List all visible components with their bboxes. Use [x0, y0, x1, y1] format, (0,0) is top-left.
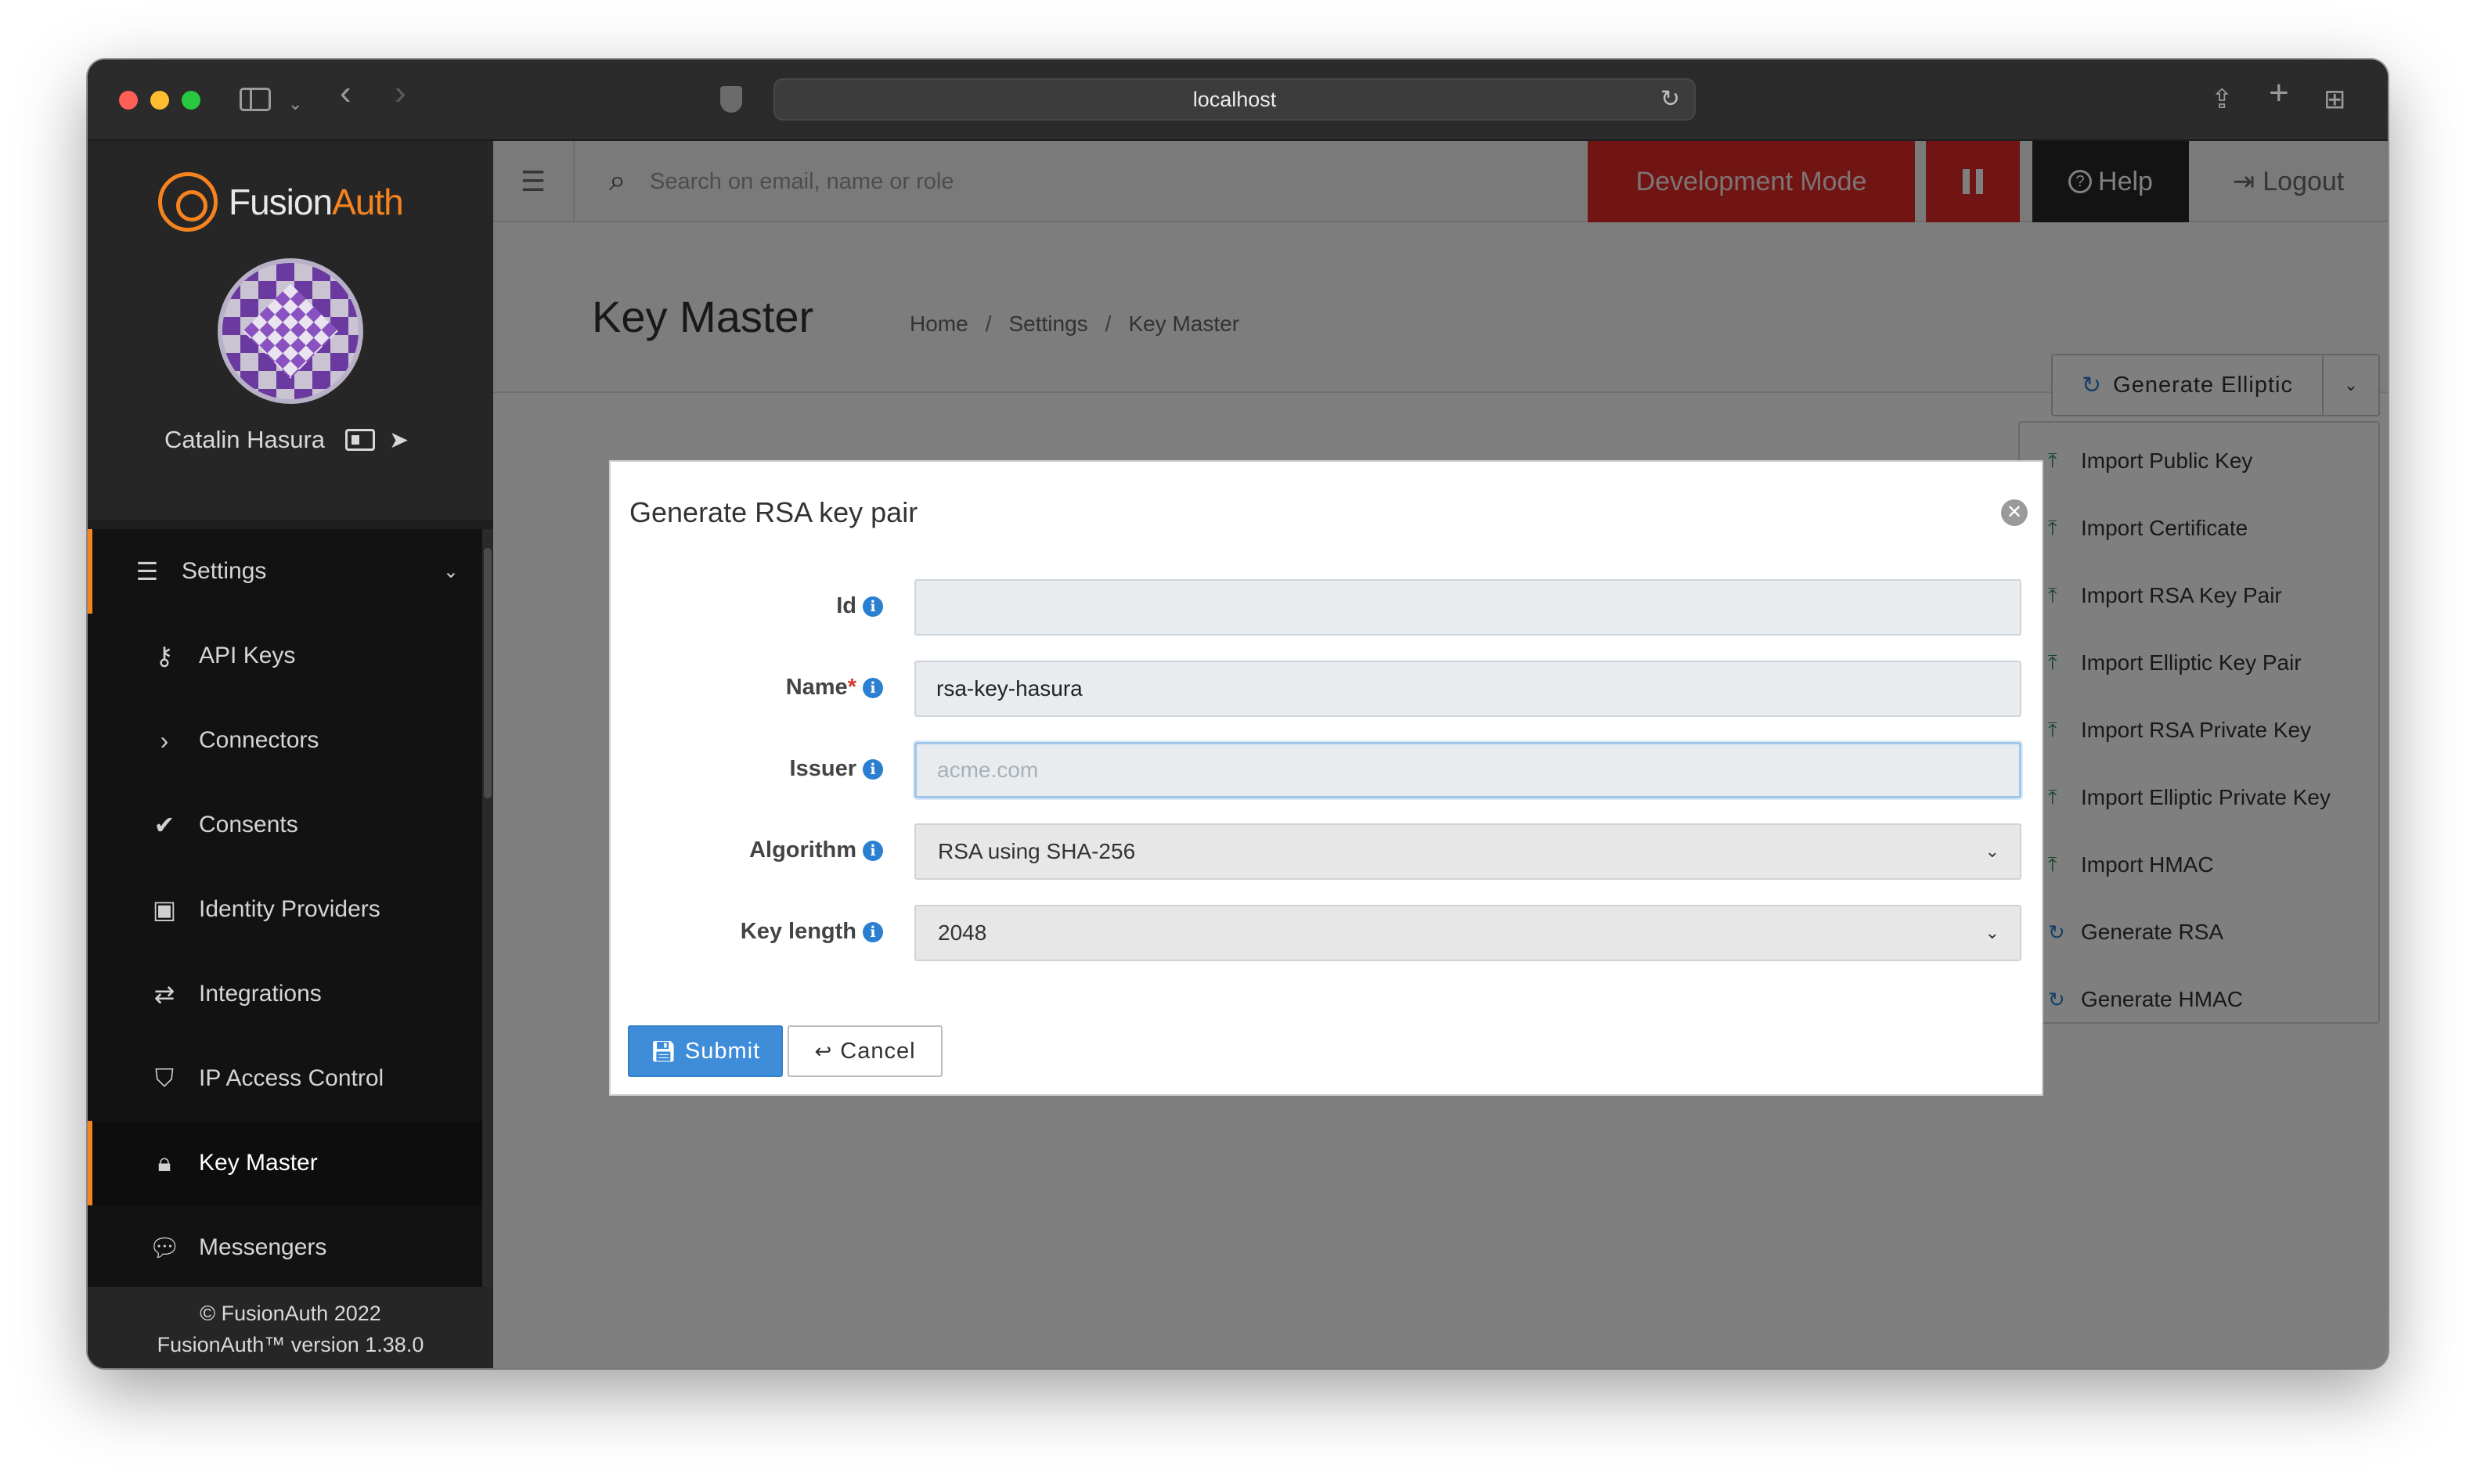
sidebar-item-label: Identity Providers	[199, 896, 380, 922]
cancel-label: Cancel	[840, 1038, 916, 1064]
tab-overview-icon[interactable]: ⊞	[2324, 86, 2346, 113]
sidebar-item-messengers[interactable]: 💬︎ Messengers	[88, 1205, 482, 1290]
cancel-button[interactable]: ↩ Cancel	[788, 1025, 943, 1077]
id-card-icon[interactable]	[345, 429, 376, 451]
browser-toolbar: ⌄ ‹ › localhost ↻ ⇪ + ⊞	[88, 59, 2388, 141]
sidebar-section-settings[interactable]: ☰ Settings ⌄	[88, 529, 482, 614]
close-window-button[interactable]	[119, 91, 138, 110]
logo-mark-icon	[158, 172, 218, 232]
url-text: localhost	[1192, 88, 1277, 111]
sidebar-item-identity-providers[interactable]: ▣ Identity Providers	[88, 867, 482, 952]
info-icon[interactable]: i	[863, 922, 883, 942]
name-field[interactable]	[914, 661, 2021, 717]
key-length-label: Key length i	[741, 919, 883, 945]
sidebar-item-consents[interactable]: ✔ Consents	[88, 783, 482, 867]
user-name-text: Catalin Hasura	[164, 426, 326, 453]
privacy-shield-icon[interactable]	[720, 86, 742, 113]
forward-icon[interactable]: ›	[395, 76, 406, 110]
sidebar-nav: ☰ Settings ⌄ ⚷ API Keys › Connectors ✔ C…	[88, 529, 482, 1290]
chevron-down-icon: ⌄	[1985, 923, 1999, 942]
sidebar-item-api-keys[interactable]: ⚷ API Keys	[88, 614, 482, 698]
id-label: Id i	[836, 593, 883, 619]
fusionauth-logo[interactable]: FusionAuth	[158, 172, 404, 232]
location-arrow-icon[interactable]: ➤	[389, 427, 409, 454]
reload-icon[interactable]: ↻	[1660, 80, 1680, 119]
chevron-down-icon[interactable]: ⌄	[288, 91, 302, 117]
exchange-icon: ⇄	[153, 980, 175, 1008]
algorithm-row: Algorithm i RSA using SHA-256 ⌄	[611, 823, 2042, 883]
new-tab-icon[interactable]: +	[2269, 76, 2289, 110]
info-icon[interactable]: i	[863, 596, 883, 617]
issuer-field[interactable]	[914, 742, 2021, 798]
info-icon[interactable]: i	[863, 759, 883, 780]
sidebar-item-label: Key Master	[199, 1150, 318, 1176]
chevron-down-icon: ⌄	[1985, 841, 1999, 861]
sidebar-item-label: Connectors	[199, 727, 319, 753]
issuer-row: Issuer i	[611, 742, 2042, 801]
chevron-right-icon: ›	[160, 726, 169, 755]
back-icon[interactable]: ‹	[340, 76, 352, 110]
id-badge-icon: ▣	[152, 895, 177, 924]
sidebar-item-key-master[interactable]: 🔒︎ Key Master	[88, 1121, 482, 1205]
sidebar-section-label: Settings	[182, 558, 267, 584]
sidebar-item-label: API Keys	[199, 643, 296, 668]
generate-rsa-dialog: Generate RSA key pair ✕ Idi Name*i Issue…	[609, 460, 2043, 1096]
footer-version: FusionAuth™ version 1.38.0	[157, 1333, 424, 1356]
key-length-value: 2048	[938, 920, 987, 945]
comments-icon: 💬︎	[149, 1234, 181, 1262]
zoom-window-button[interactable]	[182, 91, 200, 110]
submit-label: Submit	[684, 1038, 761, 1064]
avatar	[218, 258, 363, 404]
algorithm-select[interactable]: RSA using SHA-256 ⌄	[914, 823, 2021, 880]
sidebar-item-label: Integrations	[199, 981, 322, 1007]
undo-icon: ↩	[814, 1039, 833, 1063]
check-icon: ✔	[153, 811, 175, 839]
name-label: Name* i	[786, 675, 883, 701]
algorithm-label: Algorithm i	[749, 837, 883, 863]
sidebar-item-label: Messengers	[199, 1234, 327, 1260]
chevron-down-icon: ⌄	[442, 560, 459, 582]
submit-button[interactable]: 💾︎ Submit	[628, 1025, 783, 1077]
sidebar-item-ip-access-control[interactable]: ⛉ IP Access Control	[88, 1036, 482, 1121]
name-row: Name* i	[611, 661, 2042, 720]
save-icon: 💾︎	[650, 1039, 677, 1063]
info-icon[interactable]: i	[863, 841, 883, 861]
browser-window: ⌄ ‹ › localhost ↻ ⇪ + ⊞ FusionAuth Catal…	[88, 59, 2388, 1368]
sidebar-header: FusionAuth Catalin Hasura ➤	[88, 141, 493, 520]
sidebar-item-integrations[interactable]: ⇄ Integrations	[88, 952, 482, 1036]
footer-copyright: © FusionAuth 2022	[200, 1302, 381, 1325]
minimize-window-button[interactable]	[150, 91, 169, 110]
app-sidebar: FusionAuth Catalin Hasura ➤ ☰ Settings ⌄…	[88, 141, 493, 1368]
dialog-title: Generate RSA key pair	[629, 496, 918, 528]
info-icon[interactable]: i	[863, 678, 883, 698]
id-field[interactable]	[914, 579, 2021, 636]
sidebar-footer: © FusionAuth 2022 FusionAuth™ version 1.…	[88, 1287, 493, 1368]
id-row: Id i	[611, 579, 2042, 639]
key-icon: ⚷	[155, 642, 174, 670]
lock-icon: 🔒︎	[157, 1148, 171, 1176]
key-length-select[interactable]: 2048 ⌄	[914, 905, 2021, 961]
sidebar-item-label: IP Access Control	[199, 1065, 384, 1091]
share-icon[interactable]: ⇪	[2211, 86, 2234, 113]
sidebar-scrollbar[interactable]	[482, 529, 493, 1343]
address-bar[interactable]: localhost ↻	[773, 78, 1696, 121]
logo-text: FusionAuth	[229, 182, 404, 222]
user-name: Catalin Hasura ➤	[164, 426, 409, 454]
sidebar-item-label: Consents	[199, 812, 298, 837]
shield-icon: ⛉	[154, 1064, 174, 1092]
issuer-label: Issuer i	[790, 756, 883, 782]
sidebar-item-connectors[interactable]: › Connectors	[88, 698, 482, 783]
close-icon[interactable]: ✕	[2001, 499, 2028, 526]
algorithm-value: RSA using SHA-256	[938, 839, 1136, 863]
sliders-icon: ☰	[135, 557, 159, 585]
sidebar-toggle-icon[interactable]	[240, 88, 271, 111]
key-length-row: Key length i 2048 ⌄	[611, 905, 2042, 964]
